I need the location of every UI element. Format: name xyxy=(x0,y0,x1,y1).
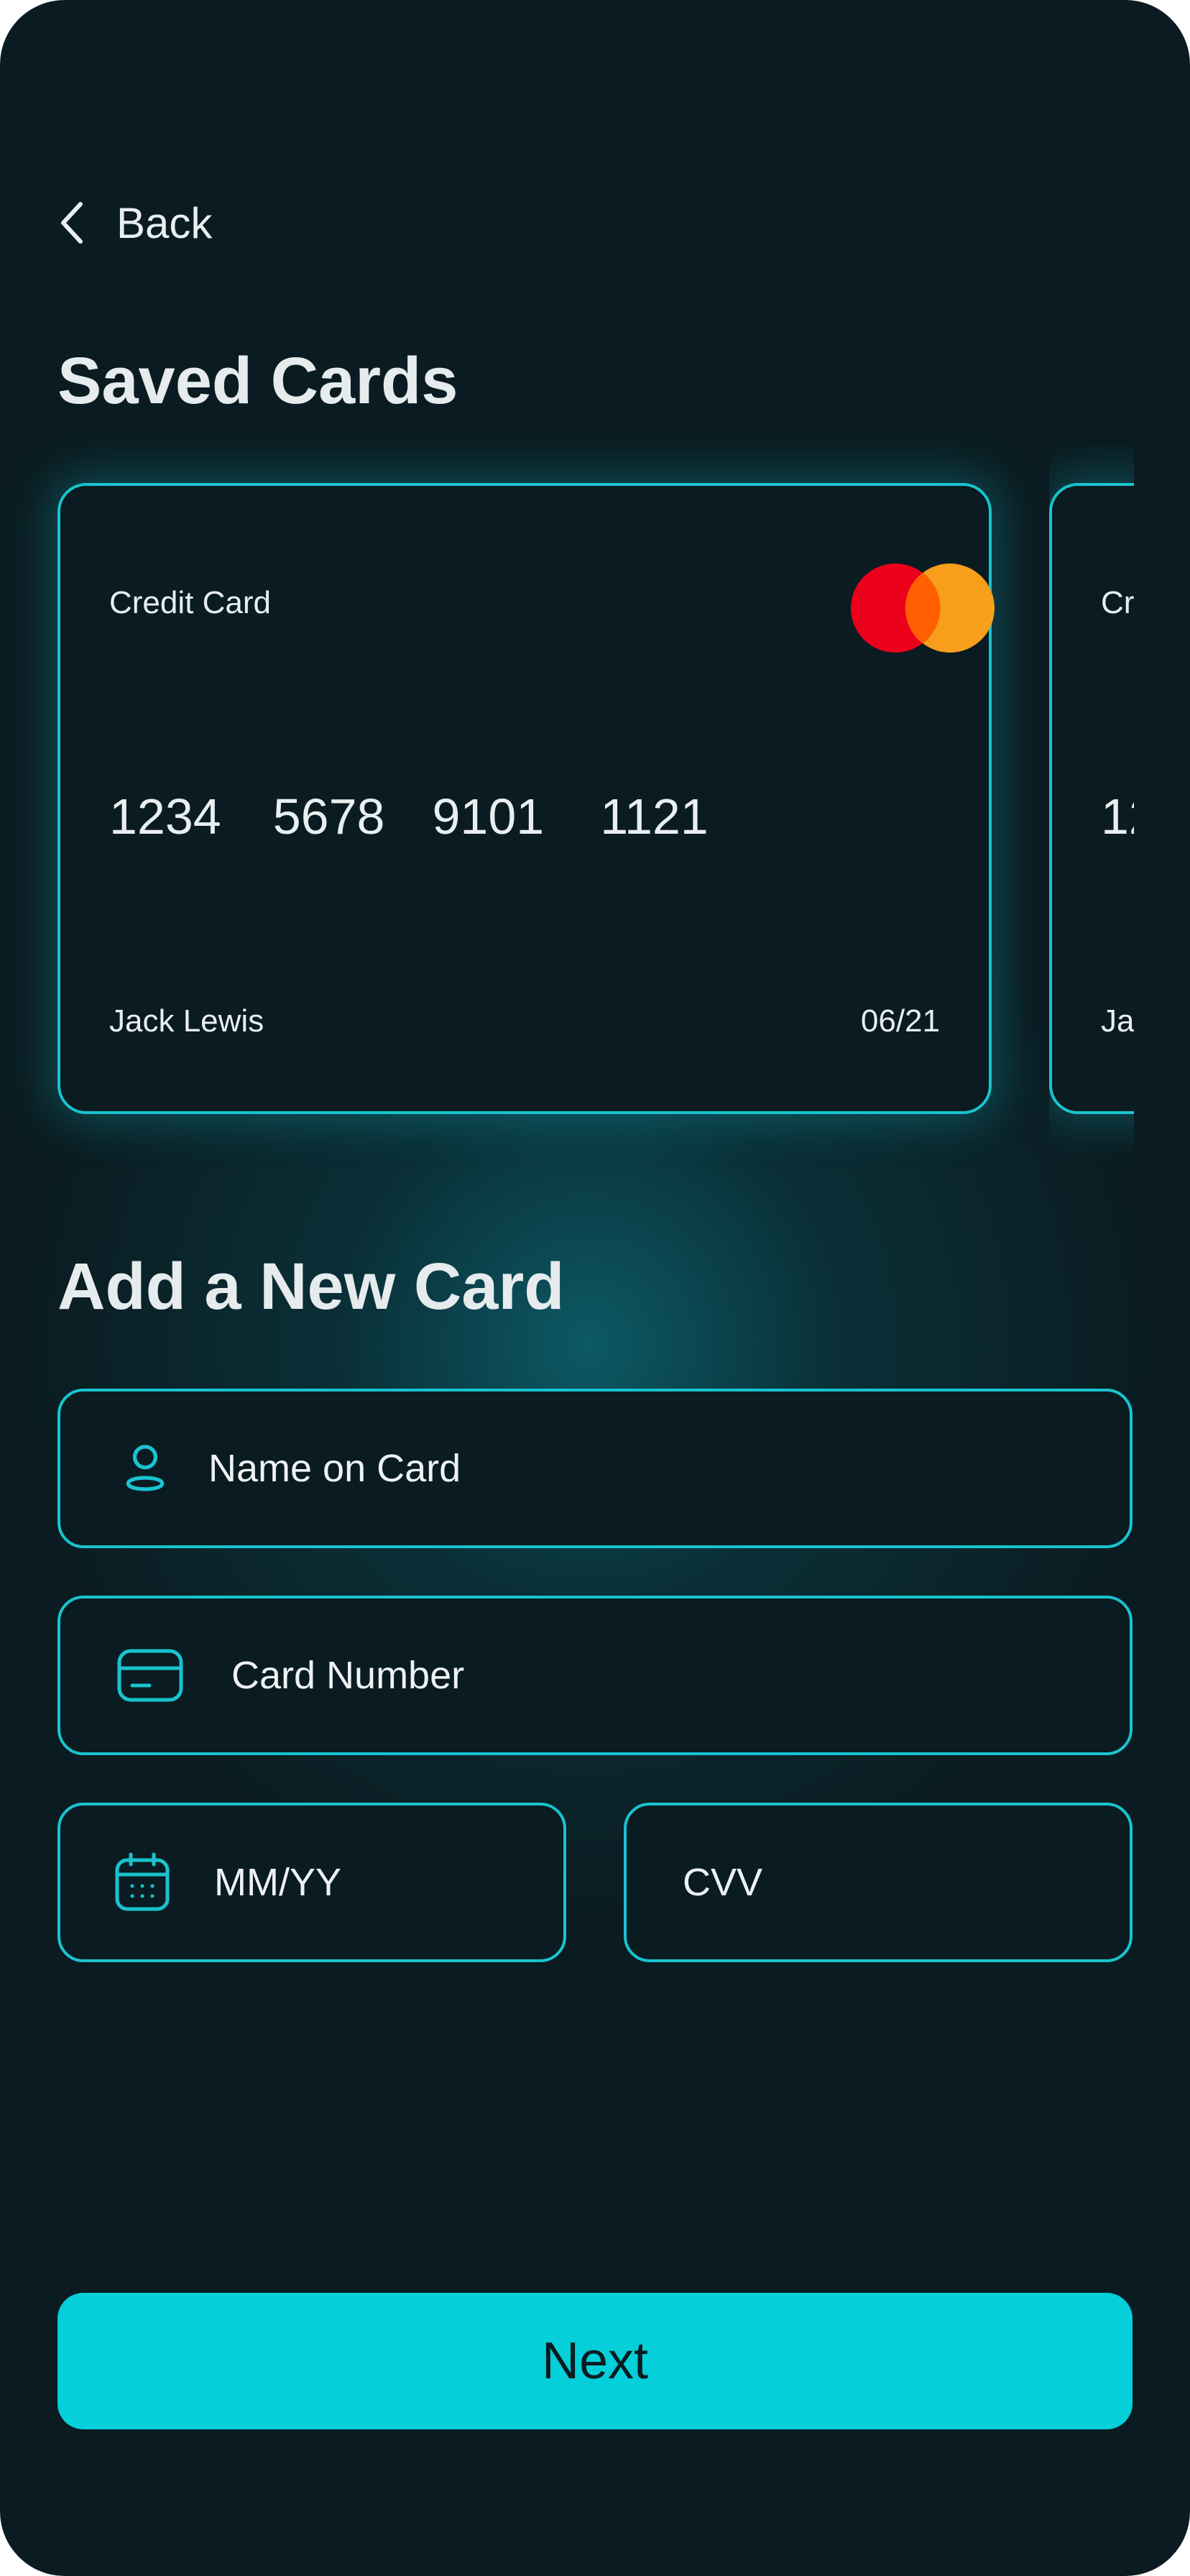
card-number-group: 9101 xyxy=(432,788,545,845)
card-number: 1234 5678 9101 1121 xyxy=(109,788,709,845)
card-number-placeholder: Card Number xyxy=(231,1654,465,1697)
card-expiry: 06/21 xyxy=(860,1003,940,1039)
card-number-group: 1234 xyxy=(1101,788,1134,845)
cvv-placeholder: CVV xyxy=(683,1861,763,1904)
screen: Back Saved Cards Credit Card 1234 5678 9… xyxy=(0,0,1190,2576)
card-holder-name: Jack Lewis xyxy=(1101,1003,1134,1039)
name-on-card-field[interactable]: Name on Card xyxy=(57,1389,1133,1548)
card-number-group: 1121 xyxy=(600,788,709,845)
back-label: Back xyxy=(116,198,213,247)
add-card-title: Add a New Card xyxy=(57,1250,565,1323)
card-type-label: Credit Card xyxy=(1101,585,1134,620)
mastercard-logo xyxy=(851,564,995,653)
credit-card-icon xyxy=(117,1649,183,1702)
saved-card-peek: Credit Card 1234 Jack Lewis xyxy=(1049,446,1134,1164)
cvv-field[interactable]: CVV xyxy=(624,1803,1133,1962)
card-holder-name: Jack Lewis xyxy=(109,1003,264,1039)
expiry-field[interactable]: MM/YY xyxy=(57,1803,566,1962)
chevron-left-icon xyxy=(61,202,83,244)
card-type-label: Credit Card xyxy=(109,585,271,620)
saved-card[interactable]: Credit Card 1234 Jack Lewis xyxy=(1049,483,1134,1114)
calendar-icon xyxy=(115,1852,170,1911)
card-number-group: 1234 xyxy=(109,788,221,845)
card-number-group: 5678 xyxy=(272,788,385,845)
next-button[interactable]: Next xyxy=(57,2293,1133,2429)
back-button[interactable]: Back xyxy=(57,194,212,252)
saved-card[interactable]: Credit Card 1234 5678 9101 1121 Jack Lew… xyxy=(57,483,995,1114)
expiry-placeholder: MM/YY xyxy=(214,1861,342,1904)
card-number: 1234 xyxy=(1101,788,1134,845)
next-button-label: Next xyxy=(541,2332,649,2390)
card-number-field[interactable]: Card Number xyxy=(57,1596,1133,1755)
name-on-card-placeholder: Name on Card xyxy=(208,1447,461,1490)
saved-cards-title: Saved Cards xyxy=(57,344,458,418)
user-icon xyxy=(126,1445,165,1491)
